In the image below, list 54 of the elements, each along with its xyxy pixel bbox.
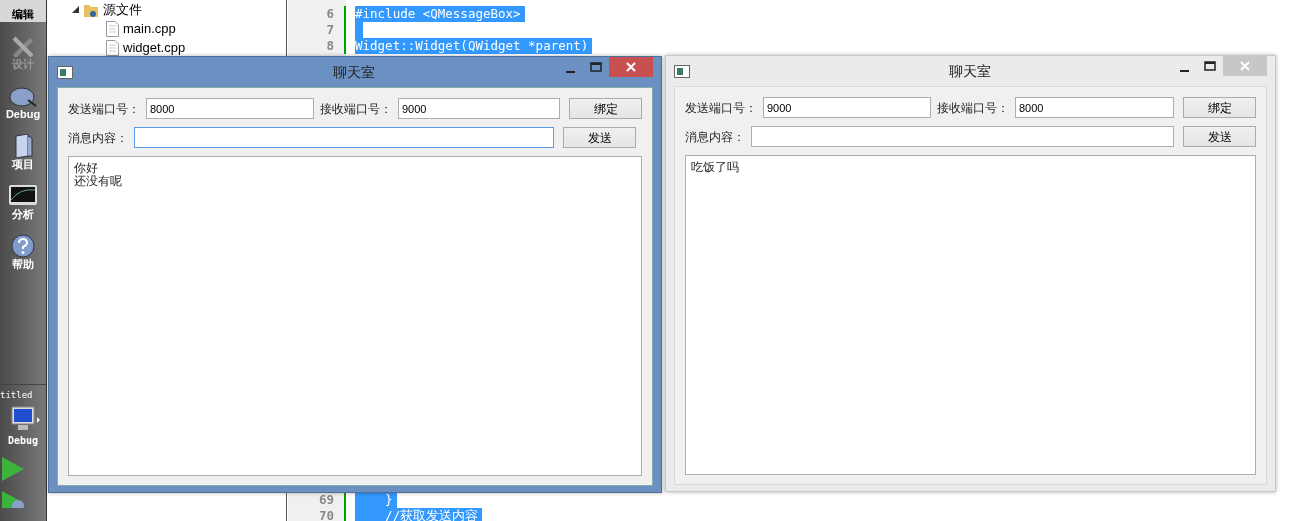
debug-play-icon [0,490,26,509]
mode-button[interactable]: 帮助 [0,222,46,272]
debug-run-button[interactable] [0,489,26,509]
monitor-icon [8,184,38,208]
close-icon [626,62,636,72]
field-label: 接收端口号： [320,100,392,118]
mode-button[interactable]: 项目 [0,122,46,172]
mode-button[interactable]: Debug [0,72,46,122]
play-icon [0,455,26,482]
send-button[interactable]: 发送 [563,127,636,148]
minimize-icon [565,71,575,73]
send-button[interactable]: 发送 [1183,126,1256,147]
send-port-field[interactable]: 9000 [763,97,931,118]
bind-button[interactable]: 绑定 [569,98,642,119]
minimize-icon [1179,70,1189,72]
field-label: 消息内容： [68,129,128,147]
expand-icon [72,6,79,13]
mode-button[interactable]: 分析 [0,172,46,222]
line-number: 8 [288,38,346,54]
field-label: 消息内容： [685,128,745,146]
field-label: 发送端口号： [685,99,757,117]
mode-button[interactable]: 编辑 [0,0,46,22]
run-button[interactable] [0,455,26,482]
kit-selector[interactable]: Debug [6,404,40,448]
tree-item[interactable]: widget.cpp [48,38,286,57]
send-port-field[interactable]: 8000 [146,98,314,119]
line-number: 6 [288,6,346,22]
field-label: 发送端口号： [68,100,140,118]
chat-message: 吃饭了吗 [691,161,740,174]
line-number: 7 [288,22,346,38]
tree-item[interactable]: main.cpp [48,19,286,38]
close-icon [1240,61,1250,71]
maximize-icon [1204,61,1216,71]
message-field[interactable] [134,127,554,148]
chat-message: 你好 [74,162,99,175]
tree-item[interactable]: 源文件 [48,0,286,19]
maximize-icon [590,62,602,72]
field-label: 接收端口号： [937,99,1009,117]
folder-icon [12,134,34,158]
file-icon [106,39,119,56]
receive-port-field[interactable]: 9000 [398,98,560,119]
help-icon [11,234,35,258]
window-title: 聊天室 [947,61,992,81]
app-icon [674,64,690,79]
bind-button[interactable]: 绑定 [1183,97,1256,118]
chat-message: 还没有呢 [74,175,123,188]
close-button[interactable] [609,57,653,77]
window-title: 聊天室 [332,62,376,82]
line-number: 70 [288,508,346,521]
app-icon [57,65,73,80]
receive-port-field[interactable]: 8000 [1015,97,1174,118]
file-icon [106,20,119,37]
project-name: titled [0,389,33,402]
message-field[interactable] [751,126,1174,147]
